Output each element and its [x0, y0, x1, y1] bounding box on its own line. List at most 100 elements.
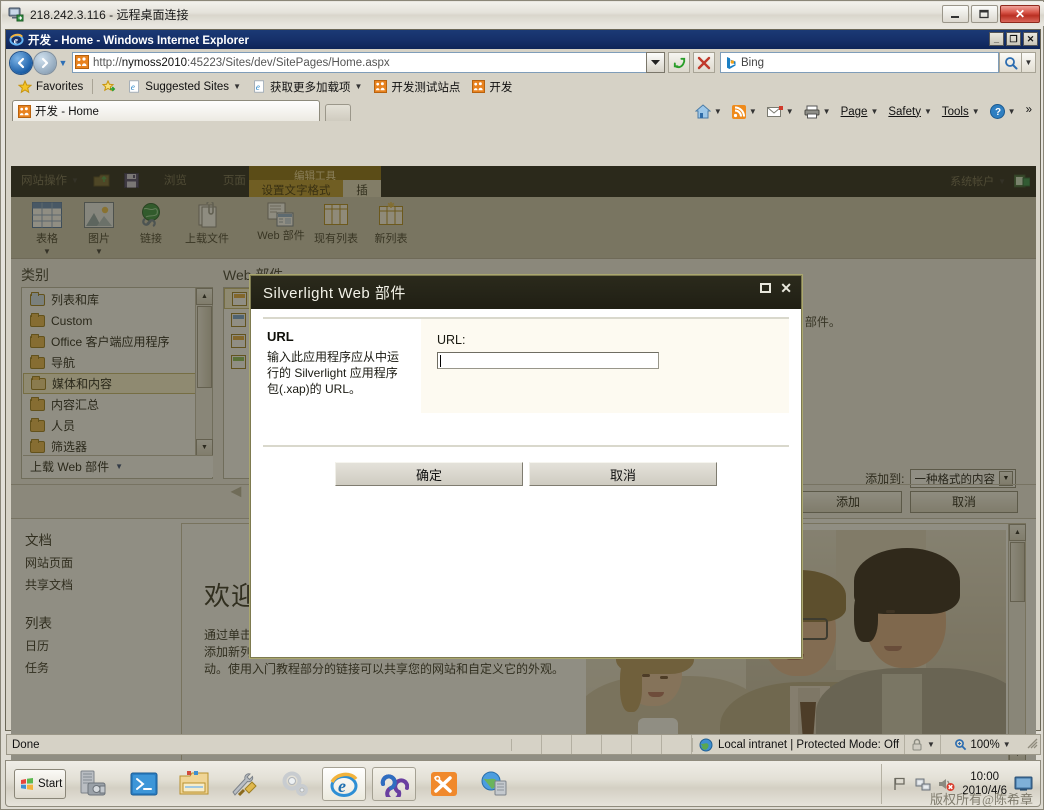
- search-button[interactable]: [999, 52, 1022, 73]
- upload-web-part-menu[interactable]: 上载 Web 部件 ▼: [23, 455, 213, 477]
- taskbar-button-internet-explorer[interactable]: e: [322, 766, 366, 801]
- ribbon-button-upload-file[interactable]: 上载文件: [177, 197, 237, 246]
- taskbar-button-sharepoint-designer[interactable]: [422, 767, 466, 801]
- recent-pages-dropdown-icon[interactable]: ▼: [56, 58, 70, 68]
- search-options-dropdown[interactable]: ▼: [1022, 52, 1036, 73]
- ribbon-button-link[interactable]: 链接: [125, 197, 177, 246]
- ribbon-button-table[interactable]: 表格 ▼: [21, 197, 73, 256]
- url-input[interactable]: [437, 352, 659, 369]
- user-menu[interactable]: 系统帐户 ▼: [950, 173, 1030, 189]
- chevron-down-icon[interactable]: ▼: [73, 247, 125, 256]
- quick-launch-link[interactable]: 网站页面: [25, 554, 181, 571]
- new-tab-button[interactable]: [325, 104, 351, 121]
- security-zone[interactable]: Local intranet | Protected Mode: Off: [692, 737, 904, 752]
- picker-cancel-button[interactable]: 取消: [910, 490, 1018, 513]
- refresh-button[interactable]: [668, 52, 690, 73]
- taskbar-button-tools[interactable]: [222, 767, 266, 801]
- scrollbar-thumb[interactable]: [197, 306, 212, 388]
- print-button[interactable]: ▼: [800, 104, 835, 120]
- favorite-item-dev-test-site[interactable]: 开发测试站点: [368, 77, 466, 96]
- tools-menu-button[interactable]: Tools ▼: [938, 105, 984, 119]
- resize-grip[interactable]: [1024, 735, 1040, 754]
- quick-launch-link[interactable]: 共享文档: [25, 576, 181, 593]
- protected-mode-indicator[interactable]: ▼: [904, 735, 940, 754]
- rdp-minimize-button[interactable]: [942, 5, 969, 23]
- read-mail-button[interactable]: ▼: [763, 105, 798, 119]
- category-item[interactable]: 导航: [23, 352, 196, 373]
- category-list[interactable]: 列表和库 Custom Office 客户端应用程序 导航 媒体和内容 内容汇总…: [21, 287, 213, 479]
- dialog-maximize-button[interactable]: [760, 283, 772, 293]
- chevron-down-icon[interactable]: ▼: [21, 247, 73, 256]
- feeds-button[interactable]: ▼: [728, 104, 761, 120]
- add-to-favorites-bar-button[interactable]: [96, 77, 122, 96]
- dialog-cancel-button[interactable]: 取消: [529, 462, 717, 486]
- forward-button[interactable]: [34, 51, 56, 74]
- favorites-button[interactable]: Favorites: [12, 77, 89, 96]
- ribbon-button-new-list[interactable]: 新列表: [365, 197, 417, 246]
- category-item-selected[interactable]: 媒体和内容: [23, 373, 196, 394]
- address-dropdown-button[interactable]: [646, 52, 665, 73]
- back-button[interactable]: [10, 51, 32, 74]
- quick-launch-link[interactable]: 日历: [25, 637, 181, 654]
- ribbon-button-picture[interactable]: 图片 ▼: [73, 197, 125, 256]
- ie-restore-button[interactable]: ❐: [1006, 32, 1021, 46]
- taskbar-button-visual-studio[interactable]: [372, 766, 416, 801]
- save-button[interactable]: [123, 172, 139, 188]
- zoom-control[interactable]: 100% ▼: [940, 735, 1024, 754]
- category-item[interactable]: 内容汇总: [23, 394, 196, 415]
- taskbar-button-explorer[interactable]: [172, 767, 216, 801]
- taskbar-button-server-manager[interactable]: [72, 767, 116, 801]
- rdp-restore-button[interactable]: [971, 5, 998, 23]
- scroll-down-button[interactable]: ▼: [196, 439, 213, 456]
- tab-insert[interactable]: 插入: [343, 180, 381, 214]
- site-actions-menu[interactable]: 网站操作 ▼: [21, 172, 79, 188]
- category-item[interactable]: 人员: [23, 415, 196, 436]
- start-button[interactable]: Start: [14, 768, 66, 799]
- favorite-item-dev[interactable]: 开发: [466, 77, 518, 96]
- picture-icon: [73, 200, 125, 230]
- tab-format-text[interactable]: 设置文字格式: [249, 180, 343, 197]
- ribbon-button-existing-list[interactable]: 现有列表: [307, 197, 365, 246]
- tab-dev-home[interactable]: 开发 - Home: [12, 100, 320, 121]
- rss-icon: [731, 104, 746, 119]
- search-input[interactable]: Bing: [720, 52, 999, 73]
- favorite-item-more-addons[interactable]: e 获取更多加载项 ▼: [247, 77, 368, 96]
- scrollbar-thumb[interactable]: [1010, 542, 1025, 602]
- ie-minimize-button[interactable]: _: [989, 32, 1004, 46]
- dialog-close-button[interactable]: ✕: [780, 281, 792, 295]
- category-item[interactable]: 筛选器: [23, 436, 196, 457]
- taskbar-button-iis-manager[interactable]: [472, 767, 516, 801]
- tab-browse[interactable]: 浏览: [153, 169, 198, 191]
- taskbar-button-powershell[interactable]: [122, 767, 166, 801]
- category-item[interactable]: Office 客户端应用程序: [23, 331, 196, 352]
- address-input[interactable]: http://nymoss2010:45223/Sites/dev/SitePa…: [72, 52, 647, 73]
- stop-button[interactable]: [693, 52, 715, 73]
- quick-launch-link[interactable]: 任务: [25, 659, 181, 676]
- ie-close-button[interactable]: ✕: [1023, 32, 1038, 46]
- overflow-button[interactable]: »: [1022, 103, 1036, 120]
- scroll-up-button[interactable]: ▲: [1009, 524, 1026, 541]
- link-icon: [125, 200, 177, 230]
- category-item[interactable]: 列表和库: [23, 289, 196, 310]
- flag-icon[interactable]: [892, 776, 908, 792]
- add-button[interactable]: 添加: [794, 490, 902, 513]
- favorite-item-suggested-sites[interactable]: e Suggested Sites ▼: [122, 77, 247, 96]
- help-button[interactable]: ? ▼: [986, 103, 1020, 120]
- dialog-titlebar[interactable]: Silverlight Web 部件 ✕: [251, 276, 801, 309]
- zoom-level: 100%: [970, 738, 1000, 751]
- dialog-ok-button[interactable]: 确定: [335, 462, 523, 486]
- remote-desktop-titlebar[interactable]: 218.242.3.116 - 远程桌面连接 ✕: [2, 2, 1044, 26]
- page-scrollbar[interactable]: ▲ ▼: [1008, 524, 1026, 762]
- safety-menu-button[interactable]: Safety ▼: [884, 105, 936, 119]
- page-menu-button[interactable]: Page ▼: [837, 105, 883, 119]
- navigate-up-button[interactable]: [93, 173, 110, 188]
- scroll-up-button[interactable]: ▲: [196, 288, 213, 305]
- ie-titlebar[interactable]: e 开发 - Home - Windows Internet Explorer …: [6, 30, 1040, 49]
- home-button[interactable]: ▼: [691, 103, 726, 120]
- category-scrollbar[interactable]: ▲ ▼: [195, 288, 213, 456]
- network-icon[interactable]: [915, 776, 931, 792]
- rdp-close-button[interactable]: ✕: [1000, 5, 1040, 23]
- category-item[interactable]: Custom: [23, 310, 196, 331]
- taskbar-button-settings[interactable]: [272, 767, 316, 801]
- ribbon-button-web-part[interactable]: Web 部件: [255, 197, 307, 243]
